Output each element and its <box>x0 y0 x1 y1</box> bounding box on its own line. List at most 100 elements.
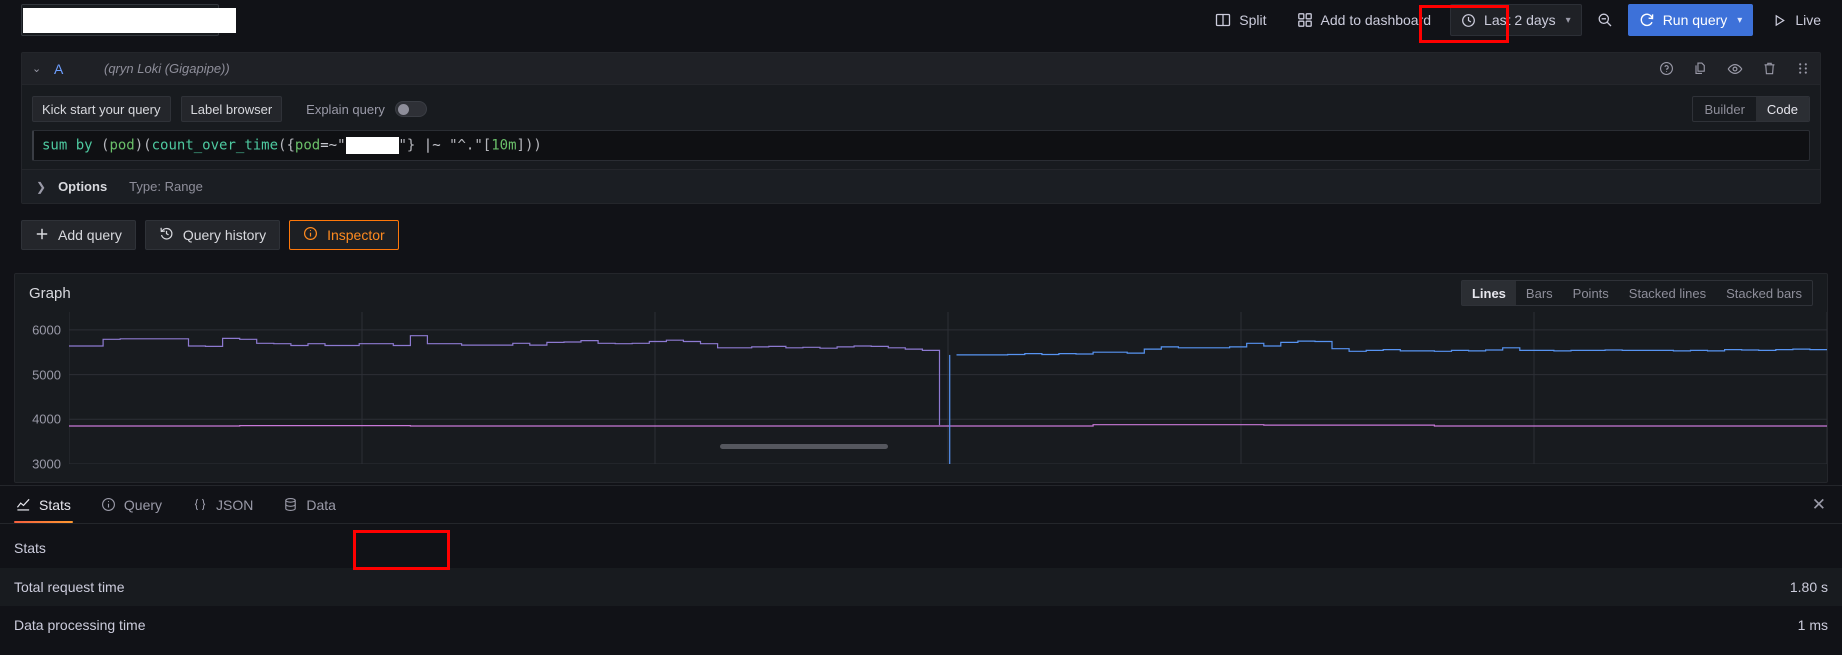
query-token: |~ <box>415 137 450 154</box>
stat-value: 1 ms <box>1797 617 1828 633</box>
toolbar-actions: Split Add to dashboard Last 2 days ▾ Run… <box>1204 4 1832 36</box>
series-line <box>956 340 1827 356</box>
inspector-tab-label: Stats <box>39 496 71 513</box>
code-mode-option[interactable]: Code <box>1755 97 1809 121</box>
query-editor-toolbar: Kick start your query Label browser Expl… <box>32 93 1810 125</box>
query-row-header: ⌄ A (qryn Loki (Gigapipe)) <box>22 53 1820 85</box>
query-history-button[interactable]: Query history <box>144 220 281 250</box>
search-minus-icon <box>1597 12 1613 28</box>
eye-icon[interactable] <box>1727 61 1743 77</box>
total-request-time-value: 1.80 s <box>1789 579 1828 595</box>
add-query-button[interactable]: Add query <box>21 220 136 250</box>
query-token: "} <box>398 137 416 154</box>
viz-option-stacked-bars[interactable]: Stacked bars <box>1716 281 1812 305</box>
time-range-picker-wrapper: Last 2 days ▾ <box>1450 4 1582 36</box>
live-button[interactable]: Live <box>1761 4 1832 36</box>
trash-icon[interactable] <box>1762 61 1777 76</box>
graph-panel: Graph Lines Bars Points Stacked lines Stacke… <box>14 273 1828 483</box>
top-toolbar: Split Add to dashboard Last 2 days ▾ Run… <box>0 0 1842 40</box>
plus-icon <box>35 227 49 244</box>
query-token: sum by <box>42 137 102 154</box>
stat-row: Data processing time 1 ms <box>0 606 1842 644</box>
explain-query-toggle-group: Explain query <box>306 101 427 117</box>
query-token: pod <box>294 137 321 154</box>
chart-line-icon <box>16 497 31 512</box>
series-line <box>69 335 941 426</box>
query-editor-body: Kick start your query Label browser Expl… <box>22 85 1820 203</box>
grafana-explore-page: Split Add to dashboard Last 2 days ▾ Run… <box>0 0 1842 655</box>
graph-panel-header: Graph Lines Bars Points Stacked lines Stacke… <box>15 274 1827 312</box>
y-axis-tick: 3000 <box>32 456 61 472</box>
y-axis: 6000 5000 4000 3000 <box>15 312 69 471</box>
info-circle-icon <box>101 497 116 512</box>
y-axis-tick: 6000 <box>32 322 61 338</box>
builder-mode-option[interactable]: Builder <box>1693 97 1755 121</box>
collapse-chevron-icon[interactable]: ⌄ <box>32 62 54 75</box>
query-token: ({ <box>278 137 295 154</box>
query-options-row[interactable]: ❯ Options Type: Range <box>22 169 1820 203</box>
inspector-tab-label: Data <box>306 496 336 513</box>
y-axis-tick: 5000 <box>32 367 61 383</box>
split-button[interactable]: Split <box>1204 4 1277 36</box>
close-icon[interactable]: ✕ <box>1812 496 1826 513</box>
zoom-out-time-button[interactable] <box>1590 4 1620 36</box>
inspector-tab-json[interactable]: JSON <box>190 486 255 523</box>
y-axis-tick: 4000 <box>32 411 61 427</box>
explain-query-label: Explain query <box>306 101 385 117</box>
query-token: " <box>337 137 346 154</box>
time-range-label: Last 2 days <box>1484 12 1556 28</box>
query-code-input[interactable]: sum by (pod)(count_over_time({pod=~" "} |… <box>32 130 1810 161</box>
braces-icon <box>192 497 208 512</box>
stats-section-title: Stats <box>14 540 46 556</box>
query-redaction <box>345 137 399 154</box>
add-to-dashboard-button[interactable]: Add to dashboard <box>1286 4 1443 36</box>
stats-table: Total request time 1.80 s Data processing … <box>0 568 1842 644</box>
graph-lines <box>69 312 1827 464</box>
inspector-tab-data[interactable]: Data <box>281 486 338 523</box>
refresh-icon <box>1639 12 1655 28</box>
split-icon <box>1215 12 1231 28</box>
history-icon <box>159 226 174 244</box>
play-icon <box>1772 13 1787 28</box>
query-token: ])) <box>516 137 542 154</box>
datasource-picker-redaction <box>23 8 236 33</box>
time-range-picker[interactable]: Last 2 days ▾ <box>1450 4 1582 36</box>
info-circle-icon <box>303 226 318 244</box>
options-type-meta: Type: Range <box>129 179 203 194</box>
query-code-text: sum by (pod)(count_over_time({pod=~" "} |… <box>42 137 542 154</box>
live-label: Live <box>1795 12 1821 28</box>
query-token: "^." <box>449 137 483 154</box>
inspector-tab-query[interactable]: Query <box>99 486 164 523</box>
viz-option-lines[interactable]: Lines <box>1461 281 1516 305</box>
query-history-label: Query history <box>182 227 267 243</box>
label-browser-button[interactable]: Label browser <box>180 96 283 122</box>
inspector-button[interactable]: Inspector <box>289 220 399 250</box>
chevron-down-icon: ▾ <box>1565 14 1571 26</box>
query-action-buttons: Add query Query history Inspector <box>21 220 399 250</box>
options-expand-chevron-icon[interactable]: ❯ <box>36 180 46 194</box>
viz-option-stacked-lines[interactable]: Stacked lines <box>1619 281 1716 305</box>
duplicate-icon[interactable] <box>1693 61 1708 76</box>
stat-row: Total request time 1.80 s <box>0 568 1842 606</box>
drag-handle-icon[interactable] <box>1796 61 1810 76</box>
kick-start-your-query-button[interactable]: Kick start your query <box>32 96 171 122</box>
inspector-tab-stats[interactable]: Stats <box>14 486 73 523</box>
viz-option-points[interactable]: Points <box>1563 281 1619 305</box>
visualization-type-toggle: Lines Bars Points Stacked lines Stacked bars <box>1460 280 1813 306</box>
inspector-label: Inspector <box>327 227 385 243</box>
query-row-actions <box>1659 61 1810 77</box>
builder-code-toggle: Builder Code <box>1692 96 1810 122</box>
help-icon[interactable] <box>1659 61 1674 76</box>
graph-plot-area[interactable]: 6000 5000 4000 3000 <box>15 312 1827 477</box>
graph-horizontal-scrollbar[interactable] <box>720 444 888 449</box>
viz-option-bars[interactable]: Bars <box>1516 281 1563 305</box>
query-inspector-drawer: Stats Query JSON Data ✕ Stats Total request… <box>0 485 1842 655</box>
query-token: =~ <box>320 137 338 154</box>
run-query-label: Run query <box>1662 12 1728 28</box>
database-icon <box>283 497 298 512</box>
run-query-button[interactable]: Run query ▾ <box>1627 4 1754 36</box>
query-token: count_over_time <box>151 137 279 154</box>
run-query-chevron-down-icon[interactable]: ▾ <box>1737 15 1742 26</box>
explain-query-toggle[interactable] <box>394 101 427 117</box>
stat-name: Data processing time <box>14 617 146 633</box>
